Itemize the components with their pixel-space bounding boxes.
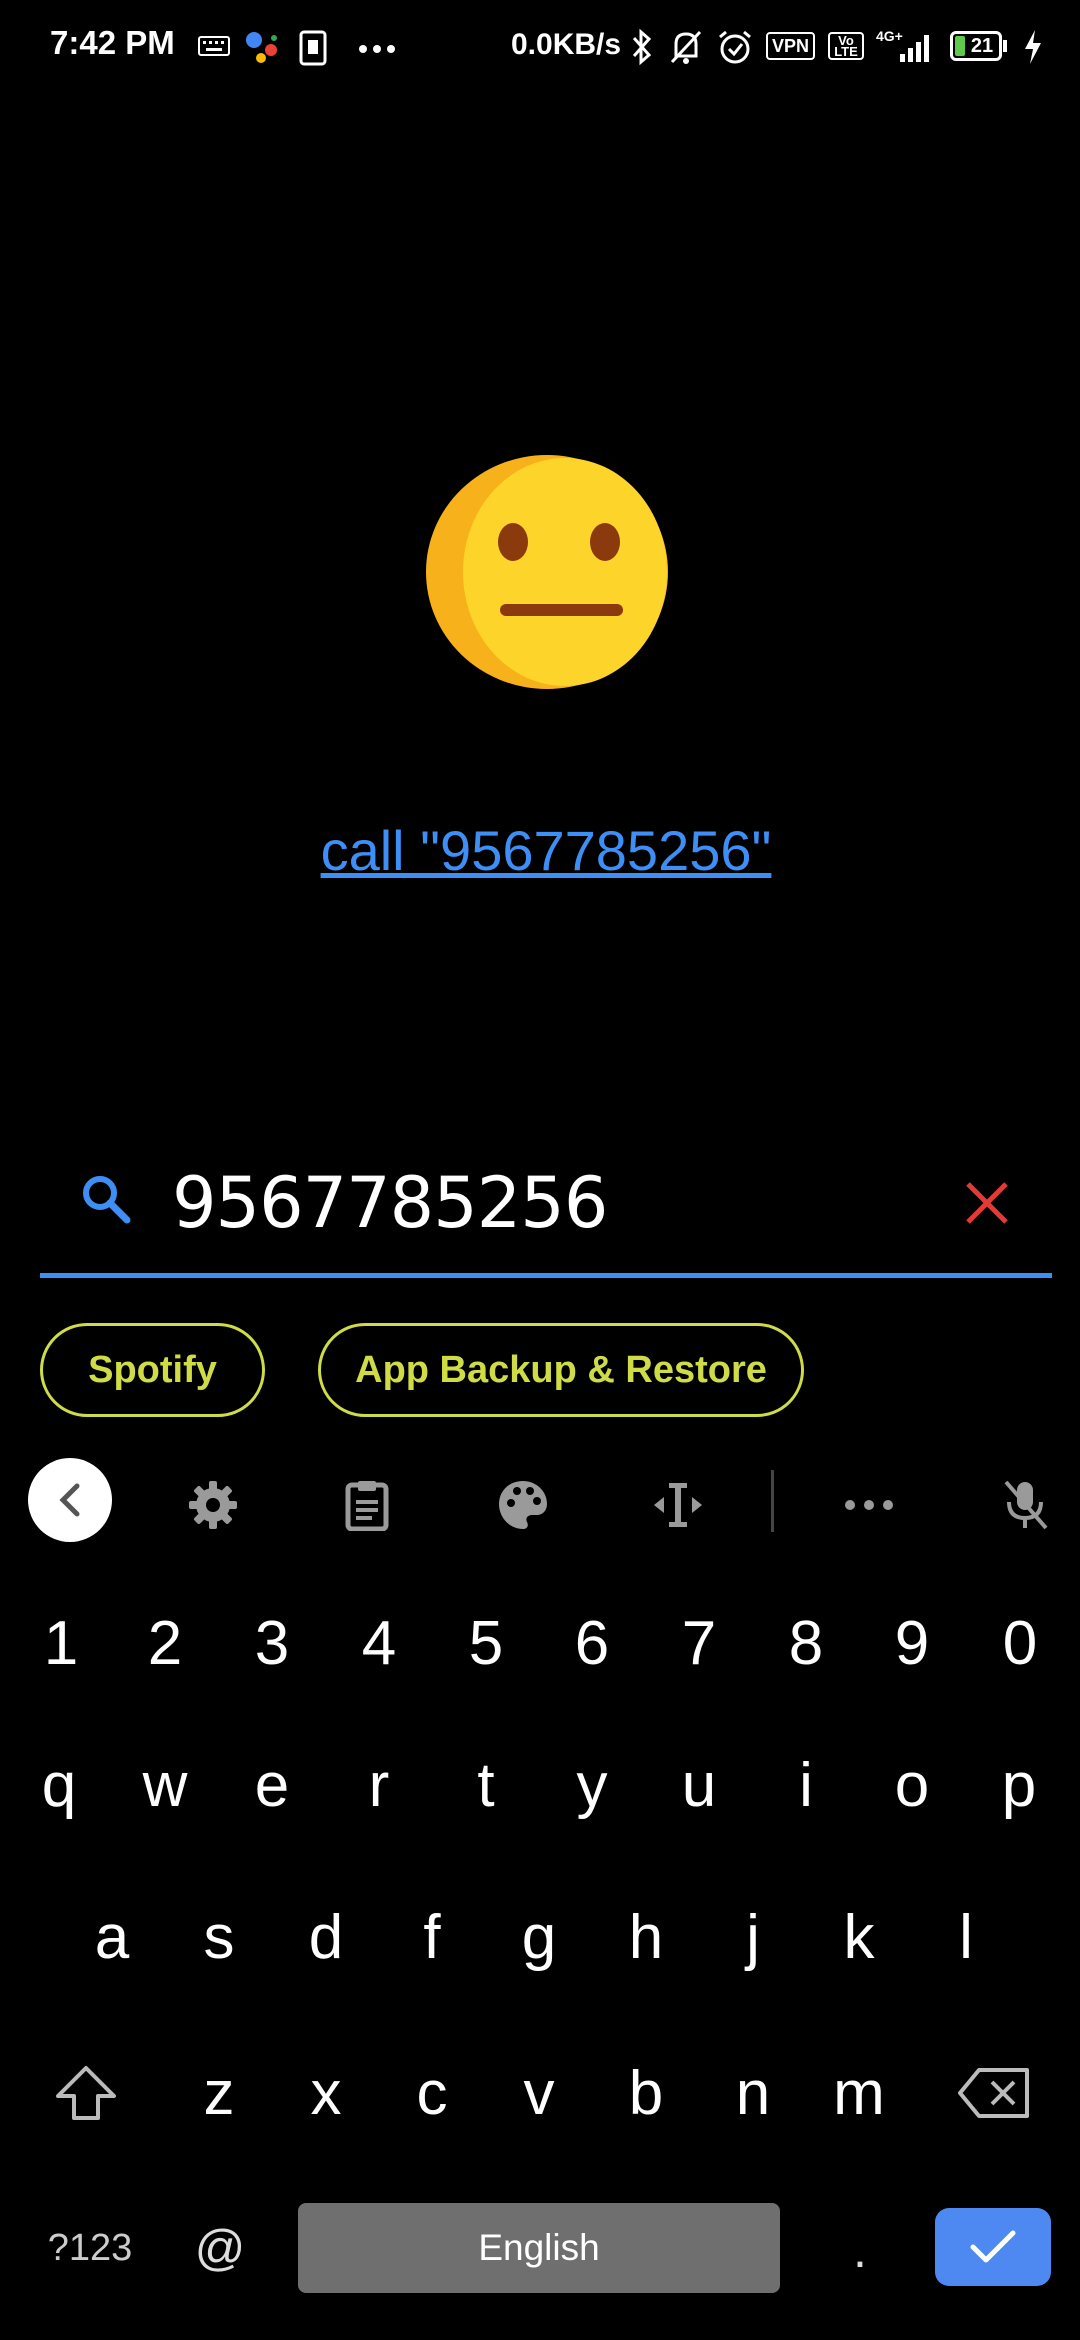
enter-key[interactable] [935,2208,1051,2286]
key-2[interactable]: 2 [120,1588,210,1698]
search-icon [83,1176,131,1224]
back-icon [59,1483,80,1517]
keyboard-settings-button[interactable] [178,1470,248,1540]
at-key[interactable]: @ [180,2198,260,2298]
symbols-key[interactable]: ?123 [30,2198,150,2298]
period-key[interactable]: . [820,2200,900,2300]
shift-icon [56,2066,116,2120]
key-o[interactable]: o [867,1730,957,1840]
key-5[interactable]: 5 [441,1588,531,1698]
vpn-icon: VPN [766,32,816,60]
key-c[interactable]: c [387,2038,477,2148]
key-m[interactable]: m [814,2038,904,2148]
toolbar-divider [771,1470,774,1532]
suggestion-chip-app-backup[interactable]: App Backup & Restore [318,1323,804,1417]
key-b[interactable]: b [601,2038,691,2148]
key-p[interactable]: p [974,1730,1064,1840]
key-j[interactable]: j [708,1882,798,1992]
key-i[interactable]: i [761,1730,851,1840]
alarm-icon [719,30,751,64]
palette-icon [499,1481,547,1529]
settings-icon [189,1481,237,1529]
key-q[interactable]: q [14,1730,104,1840]
backspace-icon [958,2068,1029,2118]
clipboard-icon [345,1481,389,1531]
screenshot-icon [299,30,327,66]
voice-input-button[interactable] [990,1470,1060,1540]
key-0[interactable]: 0 [975,1588,1065,1698]
more-icon [845,1500,893,1510]
key-v[interactable]: v [494,2038,584,2148]
key-l[interactable]: l [921,1882,1011,1992]
keyboard-icon [198,36,230,56]
key-d[interactable]: d [281,1882,371,1992]
toolbar-back-button[interactable] [28,1458,112,1542]
status-bar: 7:42 PM 0.0KB/s VPN Vo LTE 4G+ 21 [0,0,1080,96]
toolbar-more-button[interactable] [834,1470,904,1540]
key-h[interactable]: h [601,1882,691,1992]
key-t[interactable]: t [441,1730,531,1840]
status-time: 7:42 PM [50,24,175,61]
key-3[interactable]: 3 [227,1588,317,1698]
key-k[interactable]: k [814,1882,904,1992]
key-r[interactable]: r [334,1730,424,1840]
key-8[interactable]: 8 [761,1588,851,1698]
more-dots-icon [359,45,395,53]
search-underline [40,1273,1052,1278]
space-key[interactable]: English [298,2203,780,2293]
key-x[interactable]: x [281,2038,371,2148]
network-speed: 0.0KB/s [511,28,622,61]
key-u[interactable]: u [654,1730,744,1840]
key-e[interactable]: e [227,1730,317,1840]
clear-search-icon[interactable] [962,1178,1012,1228]
search-input[interactable] [172,1158,932,1248]
battery-level: 21 [970,35,994,57]
theme-button[interactable] [488,1470,558,1540]
volte-icon: Vo LTE [828,32,864,60]
key-g[interactable]: g [494,1882,584,1992]
shift-key[interactable] [40,2038,132,2148]
key-a[interactable]: a [67,1882,157,1992]
key-7[interactable]: 7 [654,1588,744,1698]
mic-off-icon [1004,1480,1048,1530]
google-assistant-icon [246,32,277,63]
key-6[interactable]: 6 [547,1588,637,1698]
key-y[interactable]: y [547,1730,637,1840]
neutral-face-emoji [426,455,668,689]
battery-icon: 21 [950,31,1002,61]
mute-bell-icon [670,30,702,64]
key-z[interactable]: z [174,2038,264,2148]
key-f[interactable]: f [387,1882,477,1992]
key-1[interactable]: 1 [16,1588,106,1698]
cursor-move-icon [654,1483,702,1527]
bluetooth-icon [632,28,652,66]
call-number-link[interactable]: call "9567785256" [0,818,1080,883]
suggestion-chip-spotify[interactable]: Spotify [40,1323,265,1417]
key-n[interactable]: n [708,2038,798,2148]
backspace-key[interactable] [944,2038,1044,2148]
charging-icon [1025,30,1041,64]
checkmark-icon [970,2230,1016,2263]
cursor-control-button[interactable] [643,1470,713,1540]
key-w[interactable]: w [120,1730,210,1840]
clipboard-button[interactable] [332,1470,402,1540]
key-4[interactable]: 4 [334,1588,424,1698]
key-9[interactable]: 9 [867,1588,957,1698]
signal-icon [900,35,929,62]
key-s[interactable]: s [174,1882,264,1992]
